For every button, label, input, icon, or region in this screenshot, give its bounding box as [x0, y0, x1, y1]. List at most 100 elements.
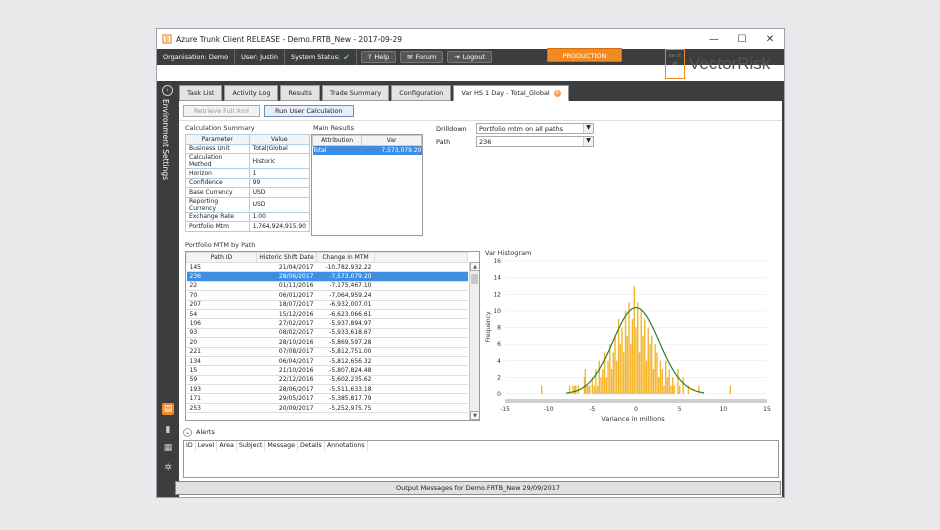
- x-tick-label: 15: [763, 406, 771, 413]
- vertical-scrollbar[interactable]: ▲ ▼: [469, 262, 479, 420]
- table-row[interactable]: 20 28/10/2016 -5,869,597.28: [186, 337, 468, 348]
- table-row[interactable]: Calculation Method Historic: [185, 153, 311, 169]
- disk-icon[interactable]: ▦: [162, 442, 174, 454]
- y-tick-label: 6: [497, 341, 501, 348]
- table-row[interactable]: Exchange Rate 1.00: [185, 211, 311, 222]
- histogram-bar: [630, 344, 632, 394]
- collapse-alerts-icon[interactable]: ⌄: [183, 427, 192, 437]
- table-row[interactable]: 253 20/09/2017 -5,252,975.75: [186, 403, 468, 414]
- alerts-col-level[interactable]: Level: [196, 441, 218, 451]
- table-row[interactable]: 171 29/05/2017 -5,385,817.79: [186, 393, 468, 404]
- document-icon[interactable]: ▮: [162, 424, 174, 436]
- calc-summary-table: Parameter Value Business Unit Total|Globa…: [185, 134, 311, 232]
- alerts-col-details[interactable]: Details: [298, 441, 325, 451]
- table-row[interactable]: 59 22/12/2016 -5,602,235.62: [186, 375, 468, 386]
- output-messages-bar[interactable]: Output Messages for Demo.FRTB_New 29/09/…: [175, 481, 781, 495]
- tab-activity-log[interactable]: Activity Log: [224, 85, 279, 101]
- table-row[interactable]: Base Currency USD: [185, 187, 311, 198]
- path-id-cell: 193: [186, 384, 257, 395]
- alerts-col-annotations[interactable]: Annotations: [325, 441, 368, 451]
- close-icon[interactable]: ✕: [756, 34, 784, 45]
- table-row[interactable]: Total 7,573,079.20: [312, 145, 422, 155]
- tab-task-list[interactable]: Task List: [179, 85, 223, 101]
- shift-date-cell: 07/08/2017: [256, 347, 317, 357]
- logout-button[interactable]: ⇥ Logout: [447, 51, 492, 63]
- calculator-icon[interactable]: ▤: [162, 403, 174, 415]
- maximize-icon[interactable]: ☐: [728, 34, 756, 45]
- gear-icon[interactable]: ✲: [162, 462, 174, 474]
- histogram-bar: [623, 352, 625, 394]
- col-var: Var: [361, 135, 422, 146]
- table-row[interactable]: 70 06/01/2017 -7,064,959.24: [186, 290, 468, 301]
- chevron-down-icon: ▼: [583, 137, 593, 146]
- path-value: 236: [479, 137, 492, 146]
- shift-date-cell: 28/10/2016: [256, 337, 317, 348]
- shift-date-cell: 06/04/2017: [256, 356, 317, 367]
- logo-box: ve ct or: [665, 49, 685, 79]
- close-tab-icon[interactable]: ×: [553, 89, 561, 97]
- table-row[interactable]: 93 08/02/2017 -5,933,618.67: [186, 328, 468, 339]
- histogram-bar: [678, 385, 681, 394]
- minimize-icon[interactable]: —: [700, 34, 728, 45]
- table-row[interactable]: Portfolio Mtm 1,764,924,915.90: [185, 221, 311, 232]
- histogram-bar: [729, 385, 732, 394]
- scroll-thumb[interactable]: [471, 274, 478, 284]
- help-button[interactable]: ? Help: [360, 51, 397, 63]
- table-row[interactable]: 106 27/02/2017 -5,937,894.97: [186, 318, 468, 329]
- histogram-bar: [584, 369, 587, 394]
- tab-results[interactable]: Results: [280, 85, 320, 101]
- expand-sidebar-icon[interactable]: ›: [162, 85, 173, 96]
- value-cell: 1.00: [248, 211, 311, 222]
- table-row[interactable]: Confidence 99: [185, 177, 311, 188]
- parameter-cell: Base Currency: [185, 187, 250, 198]
- forum-button[interactable]: ✉ Forum: [400, 51, 444, 63]
- scroll-down-icon[interactable]: ▼: [470, 411, 479, 420]
- retrieve-xml-button[interactable]: Retrieve Full Xml: [183, 105, 260, 117]
- environment-settings-label[interactable]: Environment Settings: [161, 99, 170, 180]
- histogram-bar: [664, 360, 667, 394]
- shift-date-cell: 22/12/2016: [256, 375, 317, 386]
- table-row[interactable]: 15 21/10/2016 -5,807,824.48: [186, 365, 468, 376]
- tab-var-hs[interactable]: Var HS 1 Day - Total_Global ×: [453, 85, 569, 101]
- change-mtm-cell: -5,807,824.48: [316, 365, 375, 376]
- table-row[interactable]: 207 18/07/2017 -6,932,007.01: [186, 300, 468, 310]
- tab-configuration[interactable]: Configuration: [391, 85, 452, 101]
- alerts-col-area[interactable]: Area: [217, 441, 237, 451]
- table-row[interactable]: 145 21/04/2017 -10,782,932.22: [186, 262, 468, 273]
- path-id-cell: 22: [186, 281, 257, 292]
- table-row[interactable]: Horizon 1: [185, 168, 311, 179]
- table-row[interactable]: Reporting Currency USD: [185, 196, 311, 213]
- vectorrisk-logo: ve ct or VectorRisk: [665, 49, 770, 79]
- table-row[interactable]: 221 07/08/2017 -5,812,751.00: [186, 347, 468, 357]
- tab-trade-summary[interactable]: Trade Summary: [321, 85, 390, 101]
- table-row[interactable]: Business Unit Total|Global: [185, 143, 311, 154]
- change-mtm-cell: -5,812,656.32: [316, 356, 375, 367]
- table-row[interactable]: 236 28/06/2017 -7,573,079.20: [186, 271, 468, 282]
- toolbar: Retrieve Full Xml Run User Calculation: [183, 105, 354, 117]
- empty-cell: [374, 328, 468, 339]
- tab-var-hs-label: Var HS 1 Day - Total_Global: [461, 89, 550, 97]
- histogram-bar: [682, 377, 684, 394]
- forum-label: Forum: [415, 53, 437, 61]
- scroll-up-icon[interactable]: ▲: [470, 262, 479, 271]
- run-user-calculation-button[interactable]: Run User Calculation: [263, 105, 354, 117]
- table-row[interactable]: 134 06/04/2017 -5,812,656.32: [186, 356, 468, 367]
- table-row[interactable]: 22 01/11/2016 -7,175,467.10: [186, 281, 468, 292]
- histogram-bar: [598, 360, 601, 394]
- table-row[interactable]: 193 28/06/2017 -5,511,633.18: [186, 384, 468, 395]
- horizontal-scrollbar[interactable]: [505, 399, 767, 403]
- histogram-bar: [654, 344, 656, 394]
- path-select[interactable]: 236 ▼: [476, 136, 594, 147]
- shift-date-cell: 15/12/2016: [256, 309, 317, 320]
- drilldown-select[interactable]: Portfolio mtm on all paths ▼: [476, 123, 594, 134]
- empty-cell: [374, 337, 468, 348]
- alerts-col-message[interactable]: Message: [265, 441, 298, 451]
- histogram-bar: [640, 310, 642, 394]
- alerts-col-id[interactable]: ID: [184, 441, 196, 451]
- alerts-col-subject[interactable]: Subject: [237, 441, 266, 451]
- y-tick-label: 0: [497, 391, 501, 398]
- histogram-bar: [626, 335, 628, 394]
- shift-date-cell: 18/07/2017: [256, 300, 317, 310]
- path-id-cell: 15: [186, 365, 257, 376]
- table-row[interactable]: 54 15/12/2016 -6,623,066.61: [186, 309, 468, 320]
